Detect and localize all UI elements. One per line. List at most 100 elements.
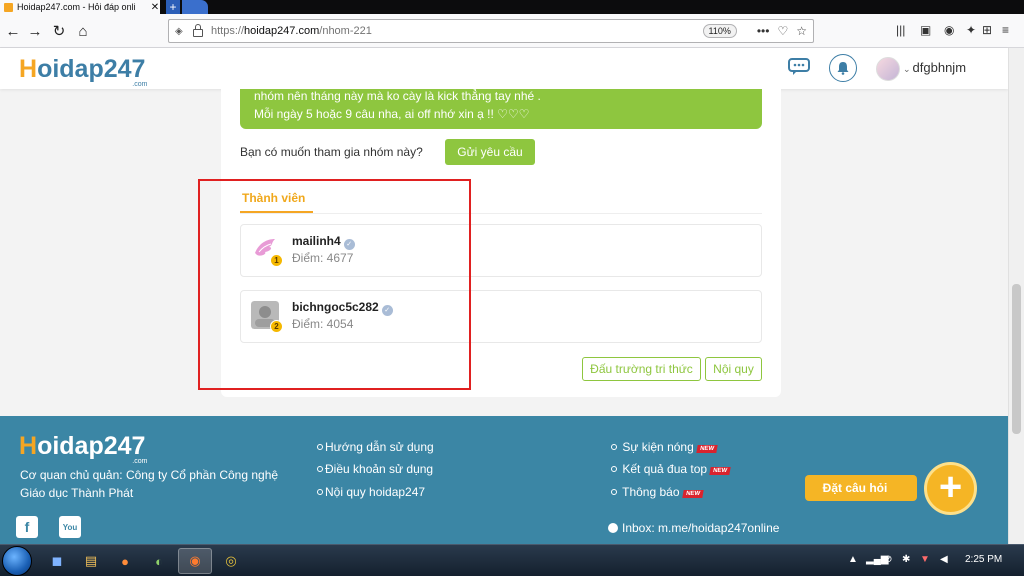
messages-icon[interactable]	[788, 58, 810, 76]
link-label: Kết quả đua top	[622, 462, 708, 476]
new-badge: NEW	[681, 490, 704, 498]
back-arrow-icon: ←	[5, 22, 21, 40]
ask-question-button[interactable]: Đặt câu hỏi	[805, 475, 917, 501]
menu-hamburger-icon[interactable]: ≡	[1002, 23, 1009, 37]
bookmark-star-icon[interactable]: ☆	[796, 24, 807, 38]
network-icon[interactable]: ⊘	[884, 554, 892, 565]
taskbar-ie-icon[interactable]: ◼	[40, 548, 74, 574]
logo-letter: H	[19, 432, 38, 460]
tab-close-icon[interactable]: ✕	[150, 2, 160, 13]
knowledge-arena-button[interactable]: Đấu trường tri thức	[582, 357, 701, 381]
logo-text: oidap247	[37, 432, 146, 460]
taskbar-app-icon[interactable]: ◐	[142, 548, 176, 574]
footer-link-terms[interactable]: Điều khoản sử dụng	[317, 462, 433, 476]
notice-line-1: nhóm nên tháng này mà ko cày là kick thẳ…	[254, 89, 541, 103]
zoom-level-button[interactable]: 110%	[702, 24, 737, 38]
link-label: Sự kiện nóng	[622, 440, 694, 454]
send-request-button[interactable]: Gửi yêu cầu	[445, 139, 535, 165]
site-header: Hoidap247 .com ⌄ dfgbhnjm	[0, 48, 1008, 89]
forward-arrow-icon: →	[27, 22, 43, 40]
messenger-inbox-link[interactable]: Inbox: m.me/hoidap247online	[608, 521, 779, 535]
footer-link-guide[interactable]: Hướng dẫn sử dụng	[317, 440, 434, 454]
join-question: Bạn có muốn tham gia nhóm này?	[240, 145, 423, 159]
tab-title: Hoidap247.com - Hỏi đáp onli	[17, 2, 136, 12]
browser-tab-bar: Hoidap247.com - Hỏi đáp onli ✕ +	[0, 0, 1024, 14]
footer-link-rules[interactable]: Nội quy hoidap247	[317, 485, 425, 499]
tab-overflow	[182, 0, 208, 14]
logo-letter: H	[19, 55, 38, 83]
logo-com: .com	[132, 81, 148, 88]
reload-button[interactable]: ↻	[48, 20, 70, 42]
page-actions-icon[interactable]: •••	[757, 24, 770, 38]
site-logo[interactable]: Hoidap247 .com	[19, 55, 147, 88]
company-line-1: Cơ quan chủ quản: Công ty Cổ phần Công n…	[20, 468, 279, 482]
facebook-icon[interactable]: f	[16, 516, 38, 538]
link-label: Điều khoản sử dụng	[325, 462, 434, 476]
scrollbar-thumb[interactable]	[1012, 284, 1021, 434]
new-tab-button[interactable]: +	[166, 0, 180, 14]
back-button[interactable]: ←	[2, 20, 24, 42]
start-button[interactable]	[2, 546, 32, 576]
tracking-shield-icon[interactable]: ◈	[175, 26, 187, 37]
footer-link-top-results[interactable]: Kết quả đua top NEW	[611, 462, 731, 476]
url-path: /nhom-221	[319, 25, 372, 37]
notice-line-2: Mỗi ngày 5 hoặc 9 câu nha, ai off nhớ xi…	[254, 107, 530, 121]
tray-v-icon[interactable]: ▼	[920, 554, 930, 565]
account-icon[interactable]: ◉	[944, 23, 954, 37]
home-button[interactable]: ⌂	[72, 20, 94, 42]
add-question-plus-icon[interactable]: +	[924, 462, 977, 515]
messenger-icon	[608, 523, 618, 533]
url-host: hoidap247.com	[244, 25, 320, 37]
notification-bell-icon[interactable]	[829, 54, 857, 82]
bullet-icon	[611, 444, 617, 450]
link-label: Hướng dẫn sử dụng	[325, 440, 434, 454]
site-footer: Hoidap247 .com Cơ quan chủ quản: Công ty…	[0, 416, 1008, 544]
user-avatar[interactable]	[876, 57, 900, 81]
group-notice: nhóm nên tháng này mà ko cày là kick thẳ…	[240, 89, 762, 129]
inbox-label: Inbox: m.me/hoidap247online	[622, 521, 780, 535]
new-badge: NEW	[696, 445, 718, 453]
user-menu[interactable]: ⌄ dfgbhnjm	[903, 60, 966, 75]
taskbar-chrome-icon[interactable]: ◎	[214, 548, 248, 574]
company-info: Cơ quan chủ quản: Công ty Cổ phần Công n…	[20, 466, 310, 502]
extensions-puzzle-icon[interactable]: ⊞	[982, 23, 992, 37]
home-icon: ⌂	[78, 22, 88, 40]
browser-tab[interactable]: Hoidap247.com - Hỏi đáp onli ✕	[0, 0, 160, 14]
taskbar-media-icon[interactable]: ●	[108, 548, 142, 574]
company-line-2: Giáo dục Thành Phát	[20, 486, 134, 500]
footer-link-hot-events[interactable]: Sự kiện nóng NEW	[611, 440, 718, 454]
pocket-icon[interactable]: ♡	[777, 24, 788, 38]
bullet-icon	[317, 489, 323, 495]
logo-text: oidap247	[37, 55, 146, 83]
extension-icon[interactable]: ✦	[966, 23, 976, 37]
rules-button[interactable]: Nội quy	[705, 357, 762, 381]
reload-icon: ↻	[52, 23, 66, 40]
username: dfgbhnjm	[912, 60, 967, 75]
bullet-icon	[611, 489, 617, 495]
footer-logo[interactable]: Hoidap247 .com	[19, 432, 147, 465]
sidebar-icon[interactable]: ▣	[920, 23, 931, 37]
taskbar-clock: 2:25 PM	[965, 554, 1003, 565]
taskbar-explorer-icon[interactable]: ▤	[74, 548, 108, 574]
link-label: Thông báo	[622, 485, 680, 499]
highlight-annotation-box	[198, 179, 471, 390]
address-bar[interactable]: ◈ https:// hoidap247.com /nhom-221 110% …	[168, 19, 814, 43]
youtube-icon[interactable]: You	[59, 516, 81, 538]
footer-link-announcements[interactable]: Thông báo NEW	[611, 485, 704, 499]
tray-app-icon[interactable]: ✱	[902, 554, 910, 565]
page-scrollbar[interactable]	[1008, 48, 1024, 544]
new-badge: NEW	[709, 467, 731, 475]
logo-com: .com	[132, 458, 148, 465]
lock-icon[interactable]	[193, 23, 203, 37]
tray-expand-icon[interactable]: ▲	[848, 554, 858, 565]
browser-toolbar: ← → ↻ ⌂ ◈ https:// hoidap247.com /nhom-2…	[0, 14, 1024, 48]
taskbar-firefox-icon[interactable]: ◉	[178, 548, 212, 574]
forward-button[interactable]: →	[24, 20, 46, 42]
bullet-icon	[317, 444, 323, 450]
site-favicon-icon	[4, 2, 13, 12]
volume-icon[interactable]: ◀	[940, 554, 948, 565]
chevron-down-icon: ⌄	[903, 64, 911, 74]
library-icon[interactable]: |||	[896, 23, 905, 37]
url-protocol: https://	[211, 25, 245, 37]
os-taskbar: ◼ ▤ ● ◐ ◉ ◎ ▲ ▂▄▆ ⊘ ✱ ▼ ◀ 2:25 PM	[0, 544, 1024, 576]
